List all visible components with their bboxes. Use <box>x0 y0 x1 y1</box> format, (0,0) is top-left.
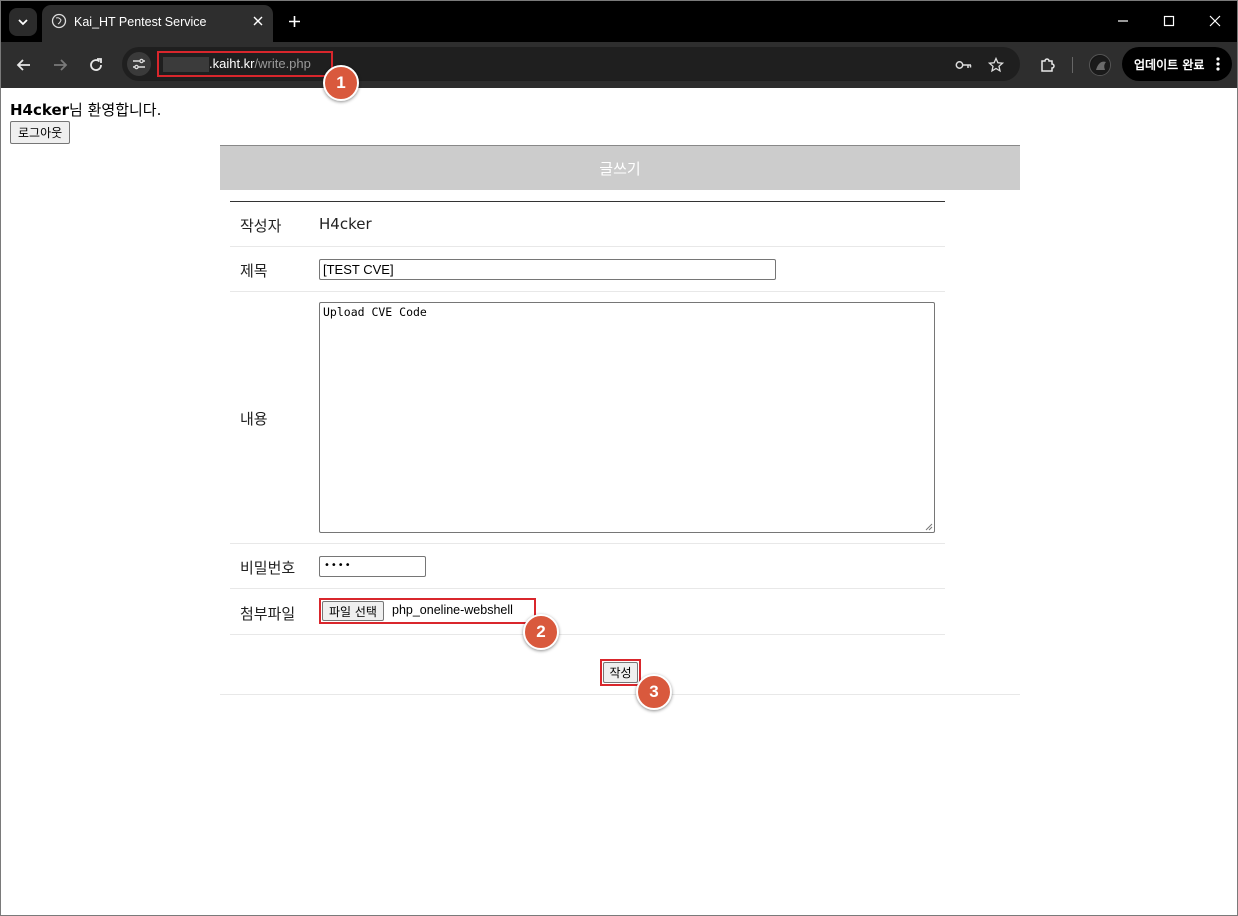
page-content: H4cker님 환영합니다. 로그아웃 글쓰기 작성자 H4cker 제목 [T… <box>1 88 1237 915</box>
step-badge-1: 1 <box>323 65 359 101</box>
forward-button[interactable] <box>48 53 72 77</box>
content-text: Upload CVE Code <box>323 305 427 319</box>
minimize-icon <box>1118 20 1128 22</box>
write-form: 작성자 H4cker 제목 [TEST CVE] 내용 Upload CVE C… <box>230 201 945 635</box>
profile-avatar[interactable] <box>1089 54 1111 76</box>
puzzle-icon <box>1040 57 1055 72</box>
submit-button[interactable]: 작성 <box>603 662 638 683</box>
tune-icon <box>133 58 145 70</box>
welcome-message: H4cker님 환영합니다. <box>10 99 161 120</box>
password-row: 비밀번호 •••• <box>230 544 945 589</box>
resize-grip-icon[interactable] <box>924 522 933 531</box>
browser-toolbar: .kaiht.kr/write.php 업데이트 완료 <box>1 42 1237 88</box>
tab-search-button[interactable] <box>9 8 37 36</box>
content-textarea[interactable]: Upload CVE Code <box>319 302 935 533</box>
update-label: 업데이트 완료 <box>1134 57 1205 72</box>
welcome-suffix: 님 환영합니다. <box>69 101 162 119</box>
step-badge-3: 3 <box>636 674 672 710</box>
new-tab-button[interactable] <box>283 10 305 32</box>
file-name: php_oneline-webshell <box>392 603 513 617</box>
maximize-icon <box>1163 15 1175 27</box>
attach-row: 첨부파일 파일 선택 php_oneline-webshell <box>230 589 945 635</box>
attach-label: 첨부파일 <box>240 605 296 623</box>
chevron-down-icon <box>18 19 28 26</box>
more-vertical-icon <box>1216 57 1220 71</box>
maximize-button[interactable] <box>1155 8 1183 34</box>
reload-button[interactable] <box>84 53 108 77</box>
content-row: 내용 Upload CVE Code <box>230 292 945 544</box>
browser-window: Kai_HT Pentest Service .kaiht.kr/write.p… <box>0 0 1238 916</box>
tab-close-button[interactable] <box>249 12 267 30</box>
plus-icon <box>288 15 300 27</box>
board-title: 글쓰기 <box>220 145 1020 190</box>
extensions-button[interactable] <box>1035 53 1059 77</box>
file-input[interactable]: 파일 선택 php_oneline-webshell <box>319 598 536 624</box>
close-icon <box>253 16 263 26</box>
tab-title: Kai_HT Pentest Service <box>74 15 207 29</box>
password-input[interactable]: •••• <box>319 556 426 577</box>
author-label: 작성자 <box>240 217 282 235</box>
file-select-button[interactable]: 파일 선택 <box>322 601 384 621</box>
star-icon <box>988 57 1004 73</box>
title-label: 제목 <box>240 262 268 280</box>
arrow-left-icon <box>16 59 30 71</box>
arrow-right-icon <box>54 59 68 71</box>
title-input[interactable]: [TEST CVE] <box>319 259 776 280</box>
welcome-user: H4cker <box>10 101 70 119</box>
key-icon <box>955 61 972 69</box>
submit-highlight[interactable]: 작성 <box>600 659 641 686</box>
content-label: 내용 <box>240 410 268 428</box>
form-bottom-divider <box>220 694 1020 695</box>
close-icon <box>1209 15 1221 27</box>
password-label: 비밀번호 <box>240 559 296 577</box>
step-badge-2: 2 <box>523 614 559 650</box>
minimize-button[interactable] <box>1109 8 1137 34</box>
url-path: /write.php <box>254 56 311 71</box>
site-info-button[interactable] <box>127 52 151 76</box>
globe-icon <box>51 13 67 29</box>
address-bar[interactable]: .kaiht.kr/write.php <box>122 47 1020 81</box>
bookmark-button[interactable] <box>986 55 1006 75</box>
url-highlight[interactable]: .kaiht.kr/write.php <box>157 51 333 77</box>
logout-button[interactable]: 로그아웃 <box>10 121 71 144</box>
avatar-icon <box>1091 56 1110 75</box>
back-button[interactable] <box>12 53 36 77</box>
title-row: 제목 [TEST CVE] <box>230 247 945 292</box>
toolbar-divider <box>1072 57 1073 73</box>
author-row: 작성자 H4cker <box>230 202 945 247</box>
url-host: .kaiht.kr <box>209 56 255 71</box>
reload-icon <box>90 58 102 71</box>
close-window-button[interactable] <box>1201 8 1229 34</box>
password-key-button[interactable] <box>954 55 974 75</box>
url-redaction <box>163 57 209 72</box>
update-button[interactable]: 업데이트 완료 <box>1122 47 1232 81</box>
url-text: .kaiht.kr/write.php <box>209 56 311 71</box>
author-value: H4cker <box>319 215 372 233</box>
tab-strip: Kai_HT Pentest Service <box>1 1 1237 42</box>
browser-tab[interactable]: Kai_HT Pentest Service <box>42 5 273 42</box>
